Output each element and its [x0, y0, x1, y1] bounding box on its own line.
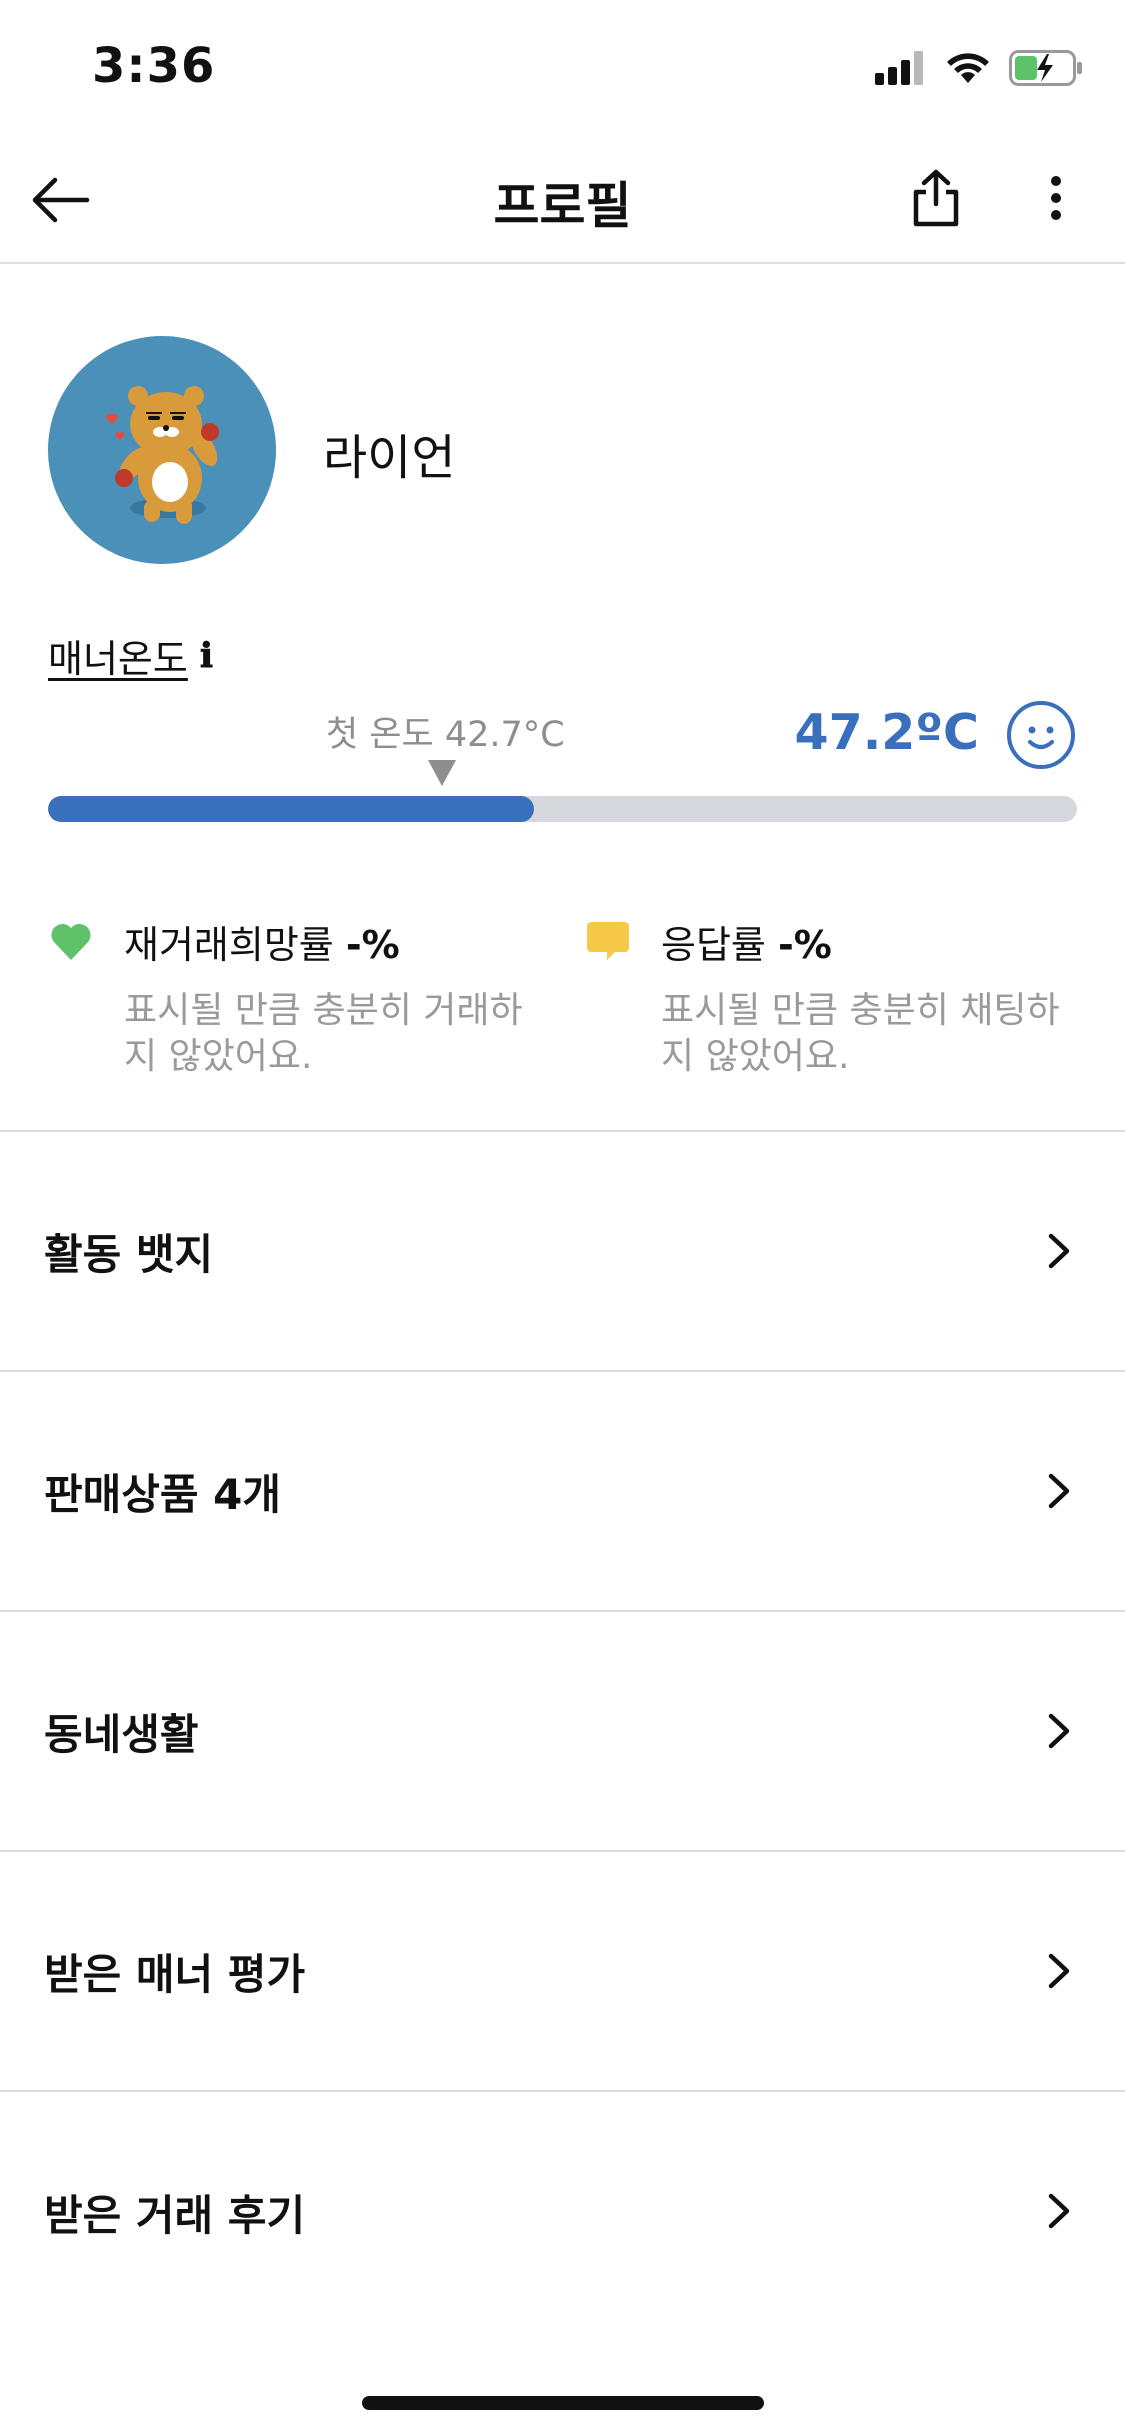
menu-item-activity-badge[interactable]: 활동 뱃지	[0, 1132, 1125, 1372]
chat-bubble-icon	[587, 922, 629, 960]
chevron-right-icon	[1048, 1233, 1070, 1269]
chevron-right-icon	[1048, 2193, 1070, 2229]
info-icon[interactable]: ℹ	[200, 636, 213, 676]
menu-item-sale-items[interactable]: 판매상품 4개	[0, 1372, 1125, 1612]
share-icon	[913, 169, 959, 227]
manner-temperature-title[interactable]: 매너온도	[48, 628, 188, 683]
menu-item-label: 받은 매너 평가	[44, 1949, 306, 1999]
first-temperature-label: 첫 온도 42.7°C	[326, 715, 565, 755]
status-time: 3:36	[92, 38, 216, 94]
battery-charging-icon	[1009, 50, 1082, 86]
avatar[interactable]	[48, 336, 276, 564]
temperature-bar-fill	[48, 796, 534, 822]
menu-item-neighborhood-life[interactable]: 동네생활	[0, 1612, 1125, 1852]
profile-menu-list: 활동 뱃지 판매상품 4개 동네생활 받은 매너 평가 받은 거래 후기	[0, 1130, 1125, 2332]
rebuy-rate-label: 재거래희망률 -%	[124, 914, 400, 969]
wifi-icon	[947, 53, 989, 83]
nickname: 라이언	[323, 430, 456, 486]
menu-item-label: 판매상품 4개	[44, 1469, 282, 1519]
response-rate-description: 표시될 만큼 충분히 채팅하지 않았어요.	[661, 990, 1060, 1077]
smile-face-icon	[1007, 701, 1075, 769]
more-vertical-icon	[1051, 176, 1061, 220]
share-button[interactable]	[900, 162, 972, 234]
signal-icon	[875, 51, 923, 85]
rebuy-rate-value: -%	[345, 923, 400, 967]
top-app-bar: 프로필	[0, 132, 1125, 264]
lion-avatar-icon	[106, 386, 219, 524]
home-indicator[interactable]	[362, 2396, 764, 2410]
heart-icon	[51, 923, 91, 960]
menu-item-trade-reviews[interactable]: 받은 거래 후기	[0, 2092, 1125, 2332]
status-icons	[875, 50, 1085, 86]
chevron-right-icon	[1048, 1473, 1070, 1509]
status-bar: 3:36	[0, 0, 1125, 132]
rebuy-rate-title: 재거래희망률	[124, 923, 334, 967]
rebuy-rate-description: 표시될 만큼 충분히 거래하지 않았어요.	[124, 990, 523, 1077]
menu-item-label: 활동 뱃지	[44, 1229, 214, 1279]
chevron-right-icon	[1048, 1953, 1070, 1989]
more-options-button[interactable]	[1020, 162, 1092, 234]
response-rate-title: 응답률	[661, 923, 766, 967]
menu-item-label: 동네생활	[44, 1709, 199, 1759]
response-rate-value: -%	[777, 923, 832, 967]
temperature-bar	[48, 796, 1077, 822]
first-temperature-marker	[428, 760, 456, 786]
menu-item-manner-reviews[interactable]: 받은 매너 평가	[0, 1852, 1125, 2092]
chevron-right-icon	[1048, 1713, 1070, 1749]
current-temperature: 47.2ºC	[794, 704, 980, 761]
menu-item-label: 받은 거래 후기	[44, 2190, 306, 2240]
response-rate-label: 응답률 -%	[661, 914, 832, 969]
